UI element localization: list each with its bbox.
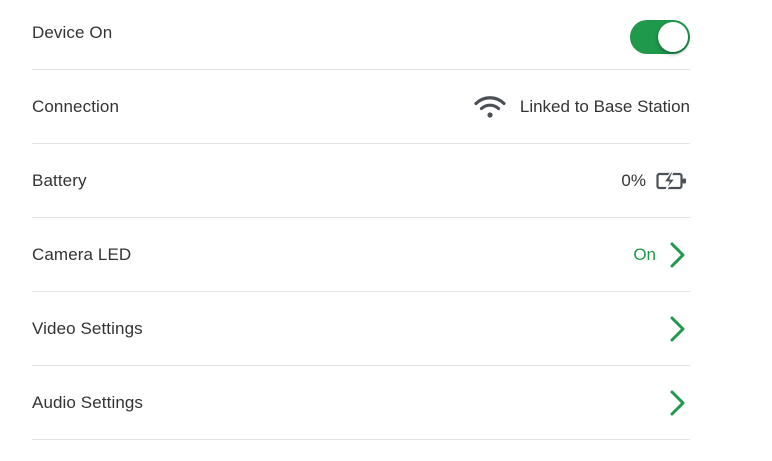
chevron-right-icon[interactable] bbox=[666, 315, 690, 343]
audio-settings-row[interactable]: Audio Settings bbox=[32, 366, 690, 440]
battery-charging-icon bbox=[656, 170, 688, 191]
device-on-toggle[interactable] bbox=[630, 20, 690, 54]
connection-row: Connection Linked to Base Station bbox=[32, 70, 690, 144]
connection-label: Connection bbox=[32, 96, 120, 116]
chevron-right-icon[interactable] bbox=[666, 389, 690, 417]
camera-led-label: Camera LED bbox=[32, 244, 132, 264]
device-on-row: Device On bbox=[32, 0, 690, 70]
camera-led-value: On bbox=[633, 244, 656, 264]
device-on-label: Device On bbox=[32, 23, 113, 42]
battery-row: Battery 0% bbox=[32, 144, 690, 218]
battery-label: Battery bbox=[32, 170, 87, 190]
battery-level: 0% bbox=[621, 170, 646, 190]
wifi-icon bbox=[474, 95, 506, 119]
video-settings-row[interactable]: Video Settings bbox=[32, 292, 690, 366]
settings-list: Device On Connection Linked to Base Stat… bbox=[32, 0, 690, 440]
chevron-right-icon[interactable] bbox=[666, 241, 690, 269]
toggle-knob bbox=[658, 22, 688, 52]
audio-settings-label: Audio Settings bbox=[32, 392, 144, 412]
connection-status: Linked to Base Station bbox=[519, 96, 690, 116]
camera-led-row[interactable]: Camera LED On bbox=[32, 218, 690, 292]
video-settings-label: Video Settings bbox=[32, 318, 143, 338]
